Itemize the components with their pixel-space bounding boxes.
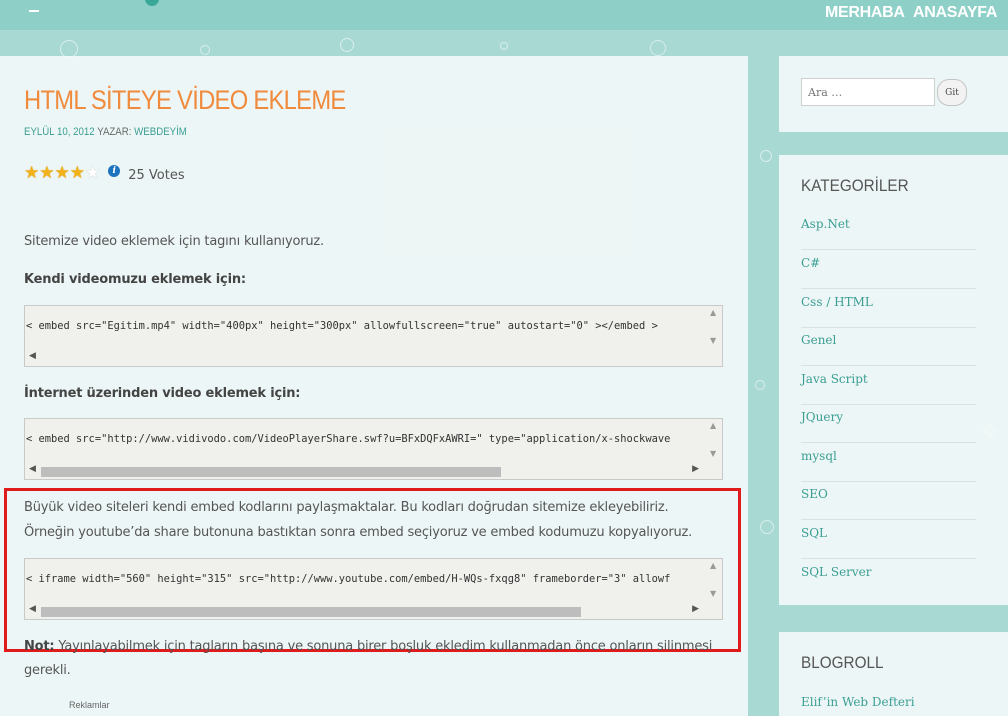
code-block-internet[interactable]: < embed src="http://www.vidivodo.com/Vid… <box>24 418 723 480</box>
note-line-2: gerekli. <box>24 663 71 678</box>
scroll-left-icon[interactable]: ◀ <box>29 464 36 474</box>
scroll-thumb[interactable] <box>41 607 581 617</box>
category-item[interactable]: JQuery <box>801 405 976 443</box>
vertical-scrollbar[interactable]: ▲ ▼ <box>707 307 721 351</box>
scroll-right-icon[interactable]: ▶ <box>692 604 699 614</box>
code-text[interactable]: < embed src="http://www.vidivodo.com/Vid… <box>26 433 706 445</box>
code-text[interactable]: < embed src="Egitim.mp4" width="400px" h… <box>26 320 706 332</box>
star-icon[interactable]: ★ <box>39 165 54 182</box>
scroll-up-icon[interactable]: ▲ <box>710 308 716 317</box>
horizontal-scrollbar[interactable]: ◀ ▶ <box>26 604 707 618</box>
scroll-up-icon[interactable]: ▲ <box>710 561 716 570</box>
horizontal-scrollbar[interactable]: ◀ ▶ <box>26 464 707 478</box>
logo-dot <box>145 0 159 6</box>
scroll-down-icon[interactable]: ▼ <box>710 449 716 458</box>
paragraph-embed-1: Büyük video siteleri kendi embed kodları… <box>24 500 669 515</box>
scroll-down-icon[interactable]: ▼ <box>710 589 716 598</box>
blogroll-item[interactable]: Elif’in Web Defteri <box>801 690 976 716</box>
heading-own-video: Kendi videomuzu eklemek için: <box>24 272 246 287</box>
star-icon[interactable]: ★ <box>55 165 70 182</box>
top-bar: MERHABA ANASAYFA <box>0 0 1008 30</box>
star-empty-icon[interactable]: ★ <box>85 165 100 182</box>
category-item[interactable]: Css / HTML <box>801 290 976 328</box>
nav-item-anasayfa[interactable]: ANASAYFA <box>913 4 997 22</box>
scroll-up-icon[interactable]: ▲ <box>710 421 716 430</box>
nav-item-merhaba[interactable]: MERHABA <box>825 4 905 22</box>
scroll-down-icon[interactable]: ▼ <box>710 336 716 345</box>
search-input[interactable] <box>801 78 935 106</box>
category-item[interactable]: Asp.Net <box>801 212 976 250</box>
intro-text: Sitemize video eklemek için tagını kulla… <box>24 234 324 249</box>
note-line-1: Not: Yayınlayabilmek için tagların başın… <box>24 639 712 654</box>
categories-title: KATEGORİLER <box>801 176 909 195</box>
blogroll-widget: BLOGROLL Elif’in Web Defteri <box>779 632 1008 716</box>
blogroll-title: BLOGROLL <box>801 653 884 672</box>
post-author[interactable]: WEBDEYİM <box>134 126 187 138</box>
search-widget: Git <box>779 56 1008 132</box>
scroll-right-icon[interactable]: ▶ <box>692 464 699 474</box>
vote-count: 25 Votes <box>128 168 185 183</box>
post-title[interactable]: HTML SİTEYE VİDEO EKLEME <box>24 85 346 116</box>
note-label: Not: <box>24 639 55 654</box>
heading-internet-video: İnternet üzerinden video eklemek için: <box>24 386 301 401</box>
category-item[interactable]: mysql <box>801 444 976 482</box>
category-item[interactable]: Genel <box>801 328 976 366</box>
scroll-left-icon[interactable]: ◀ <box>29 351 36 361</box>
category-item[interactable]: C# <box>801 251 976 289</box>
post-date[interactable]: EYLÜL 10, 2012 <box>24 126 95 138</box>
vertical-scrollbar[interactable]: ▲ ▼ <box>707 420 721 464</box>
note-text: Yayınlayabilmek için tagların başına ve … <box>54 639 713 654</box>
search-button[interactable]: Git <box>937 79 967 106</box>
star-icon[interactable]: ★ <box>70 165 85 182</box>
scroll-thumb[interactable] <box>41 467 501 477</box>
ads-label: Reklamlar <box>69 700 110 710</box>
info-icon[interactable]: i <box>108 164 121 177</box>
category-item[interactable]: Java Script <box>801 367 976 405</box>
author-prefix: YAZAR: <box>97 126 132 138</box>
category-item[interactable]: SQL <box>801 521 976 559</box>
post-meta: EYLÜL 10, 2012 YAZAR: WEBDEYİM <box>24 126 187 138</box>
paragraph-embed-2: Örneğin youtube’da share butonuna bastık… <box>24 525 693 540</box>
code-text[interactable]: < iframe width="560" height="315" src="h… <box>26 573 706 585</box>
star-icon[interactable]: ★ <box>24 165 39 182</box>
category-item[interactable]: SQL Server <box>801 560 976 598</box>
category-item[interactable]: SEO <box>801 482 976 520</box>
menu-icon[interactable] <box>29 10 39 12</box>
code-block-own[interactable]: < embed src="Egitim.mp4" width="400px" h… <box>24 305 723 367</box>
star-rating[interactable]: ★ ★ ★ ★ ★ i 25 Votes <box>24 164 185 183</box>
horizontal-scrollbar[interactable]: ◀ <box>26 351 707 365</box>
scroll-left-icon[interactable]: ◀ <box>29 604 36 614</box>
code-block-youtube[interactable]: < iframe width="560" height="315" src="h… <box>24 558 723 620</box>
categories-widget: KATEGORİLER Asp.Net C# Css / HTML Genel … <box>779 155 1008 605</box>
vertical-scrollbar[interactable]: ▲ ▼ <box>707 560 721 604</box>
